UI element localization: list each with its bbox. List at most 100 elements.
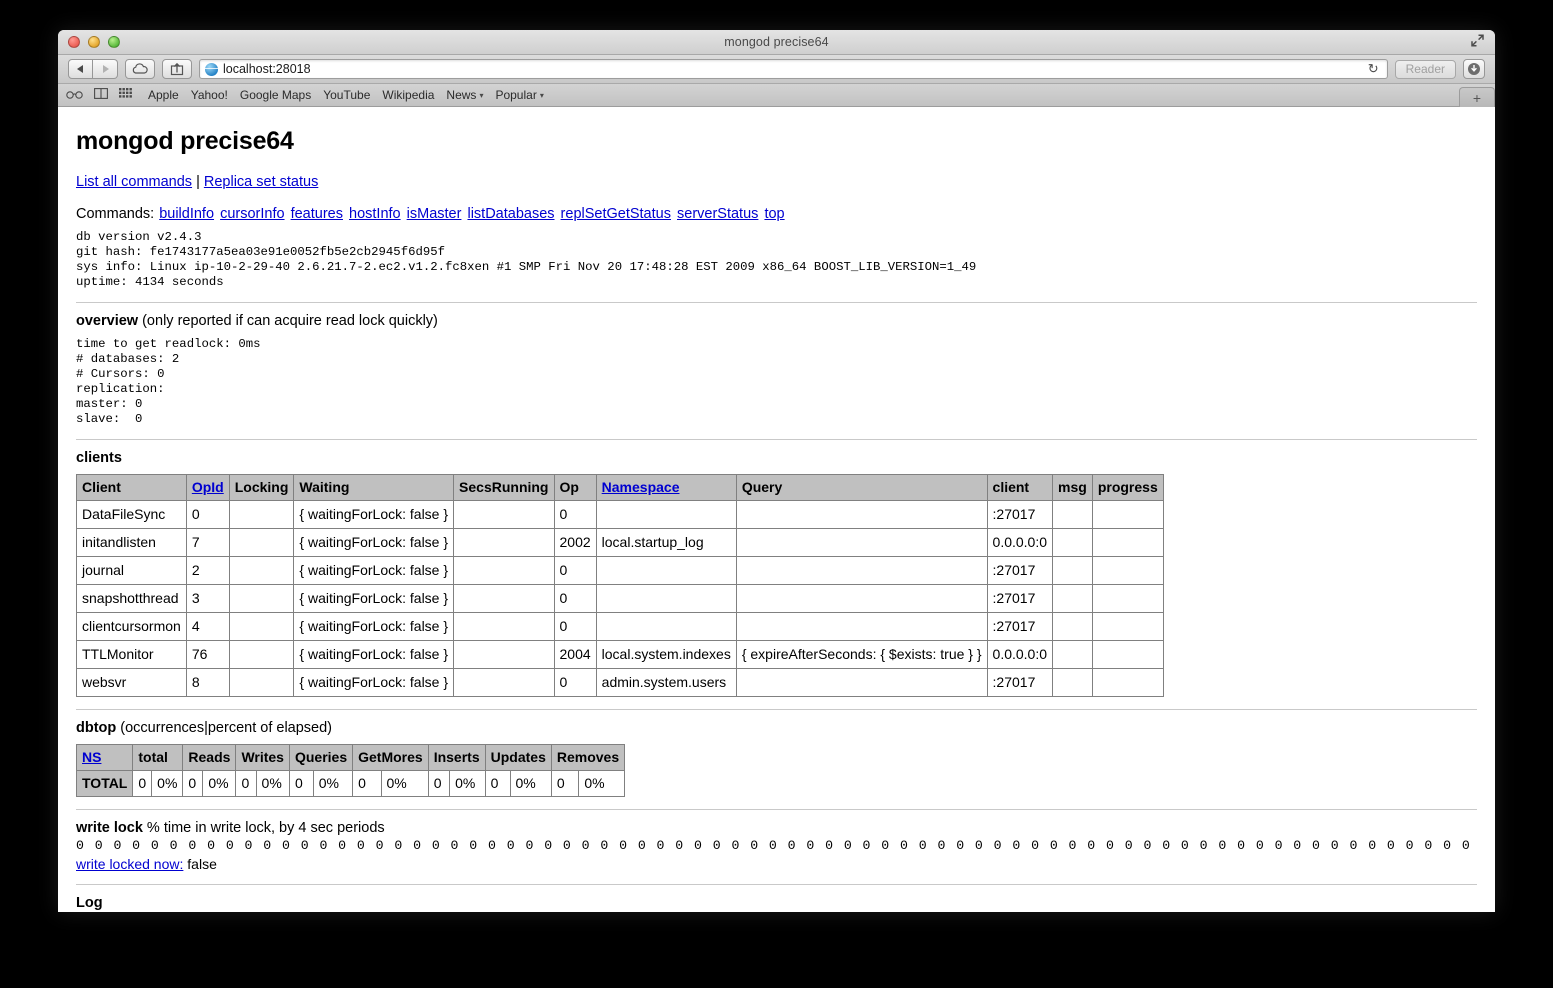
sort-link-ns[interactable]: NS [82, 749, 101, 765]
cell-client: :27017 [986, 556, 1054, 585]
link-write-locked-now[interactable]: write locked now: [76, 856, 183, 872]
table-row: websvr 8 { waitingForLock: false } 0 admin.s… [76, 668, 1164, 697]
cell-client: clientcursormon [76, 612, 187, 641]
section-divider [76, 439, 1477, 440]
sort-link-opid[interactable]: OpId [192, 479, 224, 495]
cell-query [735, 528, 988, 557]
cell-value: 0 [288, 770, 314, 797]
minimize-window-button[interactable] [88, 36, 100, 48]
clients-col-query: Query [735, 474, 988, 501]
clients-col-opid[interactable]: OpId [185, 474, 230, 501]
version-info-block: db version v2.4.3 git hash: fe1743177a5e… [76, 230, 977, 289]
dbtop-col-writes: Writes [235, 744, 290, 771]
back-arrow-icon [77, 65, 83, 73]
dbtop-col-inserts: Inserts [427, 744, 486, 771]
new-tab-button[interactable]: + [1459, 87, 1495, 107]
forward-arrow-icon [102, 65, 109, 73]
cell-secsrunning [453, 500, 555, 529]
cell-locking [228, 556, 295, 585]
reader-button[interactable]: Reader [1394, 59, 1456, 79]
cell-value: 0 [550, 770, 580, 797]
cell-client: 0.0.0.0:0 [986, 640, 1054, 669]
bookmark-google-maps[interactable]: Google Maps [240, 88, 311, 102]
bookmark-wikipedia[interactable]: Wikipedia [382, 88, 434, 102]
table-header-row: Client OpId Locking Waiting SecsRunning Op Nam… [76, 474, 1164, 501]
back-button[interactable] [68, 59, 93, 79]
table-row: TTLMonitor 76 { waitingForLock: false } 200… [76, 640, 1164, 669]
bookmark-news[interactable]: News ▾ [446, 88, 483, 102]
cell-waiting: { waitingForLock: false } [293, 640, 455, 669]
cell-progress [1091, 584, 1164, 613]
commands-label: Commands: [76, 206, 155, 222]
bookmarks-book-icon[interactable] [94, 86, 108, 104]
cell-locking [228, 584, 295, 613]
cell-secsrunning [453, 556, 555, 585]
cell-client: :27017 [986, 500, 1054, 529]
url-text[interactable]: localhost:28018 [223, 62, 1360, 76]
bookmarks-bar: Apple Yahoo! Google Maps YouTube Wikiped… [58, 84, 1495, 107]
cell-opid: 4 [185, 612, 230, 641]
cell-msg [1052, 528, 1093, 557]
clients-col-namespace[interactable]: Namespace [595, 474, 737, 501]
bookmark-apple[interactable]: Apple [148, 88, 179, 102]
command-listdatabases[interactable]: listDatabases [467, 206, 554, 222]
command-serverstatus[interactable]: serverStatus [677, 206, 758, 222]
share-button[interactable] [162, 59, 192, 79]
icloud-tabs-button[interactable] [125, 59, 155, 79]
reading-glasses-icon[interactable] [66, 86, 83, 104]
cell-locking [228, 668, 295, 697]
command-cursorinfo[interactable]: cursorInfo [220, 206, 284, 222]
address-bar[interactable]: localhost:28018 ↻ [199, 59, 1388, 79]
chevron-down-icon: ▾ [479, 90, 484, 100]
cell-value: 0% [449, 770, 486, 797]
traffic-lights [68, 36, 120, 48]
table-row: TOTAL 0 0% 0 0% 0 0% 0 0% 0 0% 0 0% 0 0% 0 0% [75, 770, 626, 797]
command-ismaster[interactable]: isMaster [407, 206, 462, 222]
cell-msg [1052, 668, 1093, 697]
cell-namespace: local.system.indexes [595, 640, 737, 669]
cell-opid: 76 [185, 640, 230, 669]
cell-value: 0 [484, 770, 511, 797]
dbtop-col-ns[interactable]: NS [75, 744, 134, 771]
window-titlebar: mongod precise64 [58, 30, 1495, 55]
clients-col-waiting: Waiting [293, 474, 455, 501]
forward-button[interactable] [93, 59, 118, 79]
table-row: initandlisten 7 { waitingForLock: false } 2… [76, 528, 1164, 557]
cell-namespace [595, 556, 737, 585]
command-hostinfo[interactable]: hostInfo [349, 206, 401, 222]
bookmark-popular[interactable]: Popular ▾ [495, 88, 543, 102]
cell-progress [1091, 612, 1164, 641]
cell-op: 0 [553, 668, 597, 697]
clients-col-op: Op [553, 474, 597, 501]
clients-table-head: Client OpId Locking Waiting SecsRunning Op Nam… [76, 474, 1164, 501]
command-features[interactable]: features [291, 206, 343, 222]
close-window-button[interactable] [68, 36, 80, 48]
command-replsetgetstatus[interactable]: replSetGetStatus [561, 206, 671, 222]
clients-heading: clients [76, 450, 1477, 466]
clients-col-progress: progress [1091, 474, 1164, 501]
downloads-icon [1468, 63, 1480, 75]
cell-client: :27017 [986, 584, 1054, 613]
sort-link-namespace[interactable]: Namespace [602, 479, 680, 495]
cell-waiting: { waitingForLock: false } [293, 612, 455, 641]
top-sites-grid-icon[interactable] [119, 86, 132, 104]
cell-opid: 2 [185, 556, 230, 585]
zoom-window-button[interactable] [108, 36, 120, 48]
fullscreen-arrows-icon[interactable] [1470, 33, 1485, 48]
clients-col-client: Client [76, 474, 187, 501]
link-list-all-commands[interactable]: List all commands [76, 174, 192, 190]
write-lock-heading: write lock % time in write lock, by 4 se… [76, 820, 1477, 836]
dbtop-table-body: TOTAL 0 0% 0 0% 0 0% 0 0% 0 0% 0 0% 0 0% 0 0% [75, 770, 626, 797]
bookmark-yahoo[interactable]: Yahoo! [191, 88, 228, 102]
reload-icon[interactable]: ↻ [1365, 61, 1382, 77]
cell-msg [1052, 640, 1093, 669]
link-replica-set-status[interactable]: Replica set status [204, 174, 318, 190]
bookmark-youtube[interactable]: YouTube [323, 88, 370, 102]
browser-window: mongod precise64 localhost:28018 ↻ Reade… [58, 30, 1495, 912]
command-buildinfo[interactable]: buildInfo [159, 206, 214, 222]
cell-value: 0% [509, 770, 552, 797]
command-top[interactable]: top [764, 206, 784, 222]
cell-client: DataFileSync [76, 500, 187, 529]
cell-progress [1091, 528, 1164, 557]
downloads-button[interactable] [1463, 59, 1485, 79]
